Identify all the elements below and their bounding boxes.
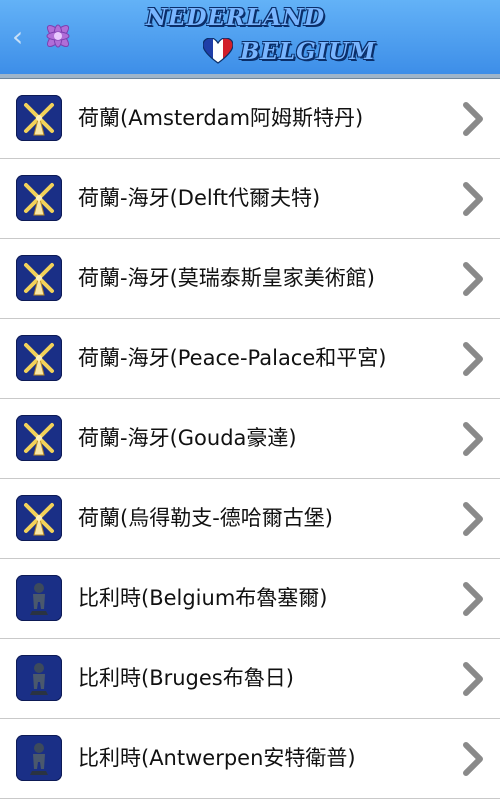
header-title-belgium: BELGIUM [240,38,377,65]
chevron-right-icon [463,182,483,216]
list-item-label: 比利時(Antwerpen安特衛普) [78,746,356,770]
windmill-icon [16,415,62,461]
list-item-label: 荷蘭(Amsterdam阿姆斯特丹) [78,106,364,130]
list-item-label: 比利時(Belgium布魯塞爾) [78,586,328,610]
lavender-flower-icon [46,24,70,48]
back-chevron-icon[interactable]: ‹ [12,20,23,53]
manneken-pis-icon [16,575,62,621]
list-item-label: 比利時(Bruges布魯日) [78,666,294,690]
windmill-icon [16,335,62,381]
windmill-icon [16,95,62,141]
list-item[interactable]: 荷蘭-海牙(Gouda豪達) [0,399,500,479]
chevron-right-icon [463,342,483,376]
list-item-label: 荷蘭(烏得勒支-德哈爾古堡) [78,506,333,530]
list-item[interactable]: 荷蘭-海牙(莫瑞泰斯皇家美術館) [0,239,500,319]
list-item[interactable]: 比利時(Bruges布魯日) [0,639,500,719]
windmill-icon [16,255,62,301]
list-item[interactable]: 比利時(Belgium布魯塞爾) [0,559,500,639]
manneken-pis-icon [16,655,62,701]
list-item[interactable]: 荷蘭(烏得勒支-德哈爾古堡) [0,479,500,559]
windmill-icon [16,175,62,221]
list-item-label: 荷蘭-海牙(Peace-Palace和平宮) [78,346,387,370]
list-item[interactable]: 比利時(Antwerpen安特衛普) [0,719,500,799]
list-item-label: 荷蘭-海牙(Gouda豪達) [78,426,297,450]
destination-list: 荷蘭(Amsterdam阿姆斯特丹) 荷蘭-海牙(Delft代爾夫特) 荷蘭-海… [0,79,500,799]
windmill-icon [16,495,62,541]
chevron-right-icon [463,742,483,776]
chevron-right-icon [463,502,483,536]
chevron-right-icon [463,422,483,456]
list-item[interactable]: 荷蘭-海牙(Peace-Palace和平宮) [0,319,500,399]
chevron-right-icon [463,662,483,696]
chevron-right-icon [463,102,483,136]
list-item-label: 荷蘭-海牙(Delft代爾夫特) [78,186,321,210]
flag-heart-icon [203,38,233,64]
chevron-right-icon [463,582,483,616]
manneken-pis-icon [16,735,62,781]
header-title-nederland: NEDERLAND [146,4,326,31]
app-header: ‹ NEDERLAND BELGIUM [0,0,500,74]
list-item[interactable]: 荷蘭(Amsterdam阿姆斯特丹) [0,79,500,159]
list-item-label: 荷蘭-海牙(莫瑞泰斯皇家美術館) [78,266,375,290]
list-item[interactable]: 荷蘭-海牙(Delft代爾夫特) [0,159,500,239]
chevron-right-icon [463,262,483,296]
